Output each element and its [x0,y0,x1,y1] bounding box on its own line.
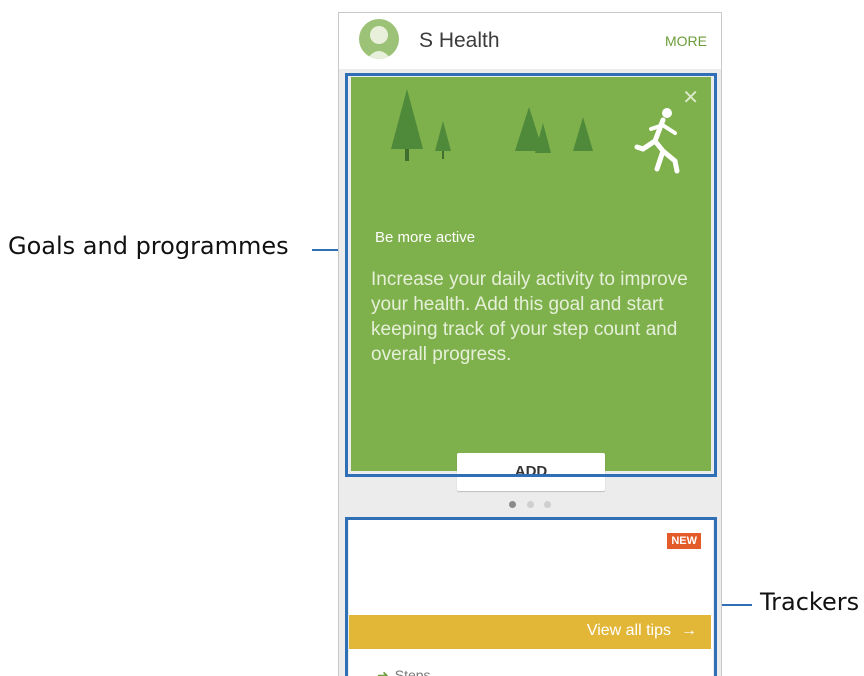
goals-highlight-box [345,73,717,477]
callout-trackers: Trackers [760,588,860,616]
callout-goals-and-programmes: Goals and programmes [8,232,289,260]
page-dot-2[interactable] [526,501,534,508]
profile-avatar[interactable] [359,19,399,59]
app-title: S Health [419,29,500,52]
avatar-face-icon [367,26,391,59]
page-dot-3[interactable] [543,501,551,508]
page-dot-1[interactable] [509,501,517,508]
callout-trackers-line [718,604,752,606]
page-indicator [339,495,721,513]
trackers-highlight-box [345,517,717,676]
app-bar: S Health MORE [339,13,721,69]
more-button[interactable]: MORE [665,33,707,49]
phone-screen: S Health MORE ✕ Be more active Increase … [338,12,722,676]
